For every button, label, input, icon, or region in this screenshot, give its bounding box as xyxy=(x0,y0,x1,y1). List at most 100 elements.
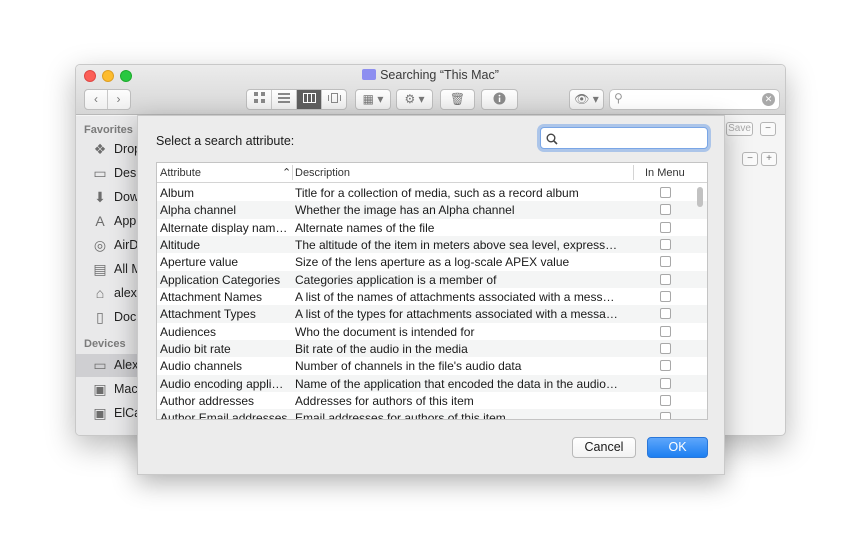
trash-button[interactable]: 🗑 xyxy=(440,89,475,110)
column-divider[interactable] xyxy=(292,165,293,180)
table-row[interactable]: Audio encoding appli… Name of the applica… xyxy=(157,374,707,393)
table-scrollbar[interactable] xyxy=(697,187,703,207)
smart-folder-icon xyxy=(362,69,377,80)
sidebar-item[interactable]: ⬇ Downloads xyxy=(76,186,138,209)
table-row[interactable]: Alpha channel Whether the image has an Al… xyxy=(157,201,707,219)
sidebar-item-label: Desktop xyxy=(114,166,138,180)
sidebar-item-label: ElCapitan xyxy=(114,406,138,420)
column-header-description[interactable]: Description xyxy=(295,167,350,179)
attribute-description: A list of the names of attachments assoc… xyxy=(295,290,615,305)
attribute-description: Name of the application that encoded the… xyxy=(295,376,618,391)
table-row[interactable]: Audio channels Number of channels in the … xyxy=(157,357,707,374)
table-row[interactable]: Altitude The altitude of the item in mete… xyxy=(157,236,707,254)
column-header-in-menu[interactable]: In Menu xyxy=(645,167,685,179)
sidebar-item[interactable]: ❖ Dropbox xyxy=(76,138,138,161)
in-menu-checkbox[interactable] xyxy=(660,377,671,389)
attribute-description: The altitude of the item in meters above… xyxy=(295,238,618,253)
sidebar-item[interactable]: ▣ Macintosh HD xyxy=(76,378,138,401)
in-menu-checkbox[interactable] xyxy=(660,412,671,419)
attribute-search-input[interactable] xyxy=(563,130,703,146)
sidebar-item[interactable]: ◎ AirDrop xyxy=(76,234,138,257)
list-view-button[interactable] xyxy=(272,90,297,109)
forward-button[interactable]: › xyxy=(108,90,130,109)
column-header-attribute[interactable]: Attribute xyxy=(160,167,201,179)
back-button[interactable]: ‹ xyxy=(86,90,108,109)
quick-look-button[interactable]: 👁 ▾ xyxy=(569,89,604,110)
applications-icon: A xyxy=(95,213,105,229)
sidebar-item[interactable]: ▣ ElCapitan xyxy=(76,402,138,425)
in-menu-checkbox[interactable] xyxy=(660,291,671,303)
in-menu-checkbox[interactable] xyxy=(660,308,671,320)
search-criteria-controls: Save − − + xyxy=(726,117,785,173)
attribute-name: Attachment Types xyxy=(160,307,256,322)
list-icon xyxy=(278,93,290,103)
action-button[interactable]: ⚙ ▾ xyxy=(396,89,433,110)
column-view-button[interactable] xyxy=(297,90,322,109)
in-menu-checkbox[interactable] xyxy=(660,187,671,198)
info-icon xyxy=(493,92,506,105)
attribute-name: Author addresses xyxy=(160,394,255,409)
sidebar-item-label: AirDrop xyxy=(114,238,138,252)
in-menu-checkbox[interactable] xyxy=(660,256,671,268)
attribute-name: Audio bit rate xyxy=(160,342,231,357)
in-menu-checkbox[interactable] xyxy=(660,204,671,216)
table-row[interactable]: Author Email addresses Email addresses fo… xyxy=(157,409,707,420)
dropbox-icon: ❖ xyxy=(93,141,107,157)
sort-ascending-icon: ⌃ xyxy=(282,167,292,179)
finder-search-field[interactable]: ⚲ ✕ xyxy=(609,89,780,110)
table-row[interactable]: Audio bit rate Bit rate of the audio in t… xyxy=(157,340,707,358)
cover-flow-button[interactable] xyxy=(322,90,346,109)
sidebar-item[interactable]: ▤ All My Files xyxy=(76,258,138,281)
icon-view-button[interactable] xyxy=(247,90,272,109)
remove-criteria-button[interactable]: − xyxy=(760,122,776,136)
in-menu-checkbox[interactable] xyxy=(660,273,671,285)
attribute-name: Author Email addresses xyxy=(160,411,288,420)
table-row[interactable]: Album Title for a collection of media, su… xyxy=(157,184,707,201)
sidebar-item-label: Downloads xyxy=(114,190,138,204)
in-menu-checkbox[interactable] xyxy=(660,395,671,407)
column-divider[interactable] xyxy=(633,165,634,180)
in-menu-checkbox[interactable] xyxy=(660,343,671,355)
in-menu-checkbox[interactable] xyxy=(660,221,671,233)
arrange-button[interactable]: ▦ ▾ xyxy=(355,89,391,110)
in-menu-checkbox[interactable] xyxy=(660,239,671,251)
downloads-icon: ⬇ xyxy=(94,189,106,205)
table-row[interactable]: Application Categories Categories applica… xyxy=(157,270,707,289)
sidebar-item[interactable]: ▯ Documents xyxy=(76,306,138,329)
all-files-icon: ▤ xyxy=(93,261,107,277)
ok-button[interactable]: OK xyxy=(647,437,708,458)
table-row[interactable]: Author addresses Addresses for authors of… xyxy=(157,392,707,409)
in-menu-checkbox[interactable] xyxy=(660,325,671,337)
devices-heading: Devices xyxy=(84,338,126,350)
table-row[interactable]: Alternate display nam… Alternate names of… xyxy=(157,219,707,236)
info-button[interactable] xyxy=(481,89,518,110)
save-search-button[interactable]: Save xyxy=(726,122,753,136)
table-body: Album Title for a collection of media, su… xyxy=(157,184,707,420)
add-row-button[interactable]: + xyxy=(761,152,777,166)
clear-search-icon[interactable]: ✕ xyxy=(762,93,775,106)
cancel-button[interactable]: Cancel xyxy=(572,437,636,458)
sidebar-item[interactable]: A Applications xyxy=(76,210,138,233)
disk-icon: ▣ xyxy=(93,405,107,421)
gear-icon: ⚙ ▾ xyxy=(404,92,425,106)
attribute-description: Number of channels in the file's audio d… xyxy=(295,359,522,374)
table-row[interactable]: Attachment Types A list of the types for … xyxy=(157,305,707,323)
toolbar: Searching “This Mac” ‹ › ▦ ▾ ⚙ ▾ 🗑 👁 ▾ ⚲… xyxy=(76,65,785,115)
sidebar-item[interactable]: ▭ Desktop xyxy=(76,162,138,185)
table-row[interactable]: Attachment Names A list of the names of a… xyxy=(157,288,707,305)
cover-flow-icon xyxy=(327,93,341,103)
sidebar-item[interactable]: ⌂ alexa xyxy=(76,282,138,305)
attribute-description: Size of the lens aperture as a log-scale… xyxy=(295,255,570,270)
view-mode-control xyxy=(246,89,347,110)
remove-row-button[interactable]: − xyxy=(742,152,758,166)
table-row[interactable]: Aperture value Size of the lens aperture … xyxy=(157,253,707,270)
eye-icon: 👁 ▾ xyxy=(574,92,599,106)
attribute-name: Attachment Names xyxy=(160,290,263,305)
attribute-description: A list of the types for attachments asso… xyxy=(295,307,618,322)
sidebar-item[interactable]: ▭ Alex xyxy=(76,354,138,377)
in-menu-checkbox[interactable] xyxy=(660,360,671,372)
desktop-icon: ▭ xyxy=(93,165,107,181)
table-row[interactable]: Audiences Who the document is intended fo… xyxy=(157,323,707,340)
attribute-description: Email addresses for authors of this item xyxy=(295,411,506,420)
attribute-search-field[interactable] xyxy=(540,127,708,149)
